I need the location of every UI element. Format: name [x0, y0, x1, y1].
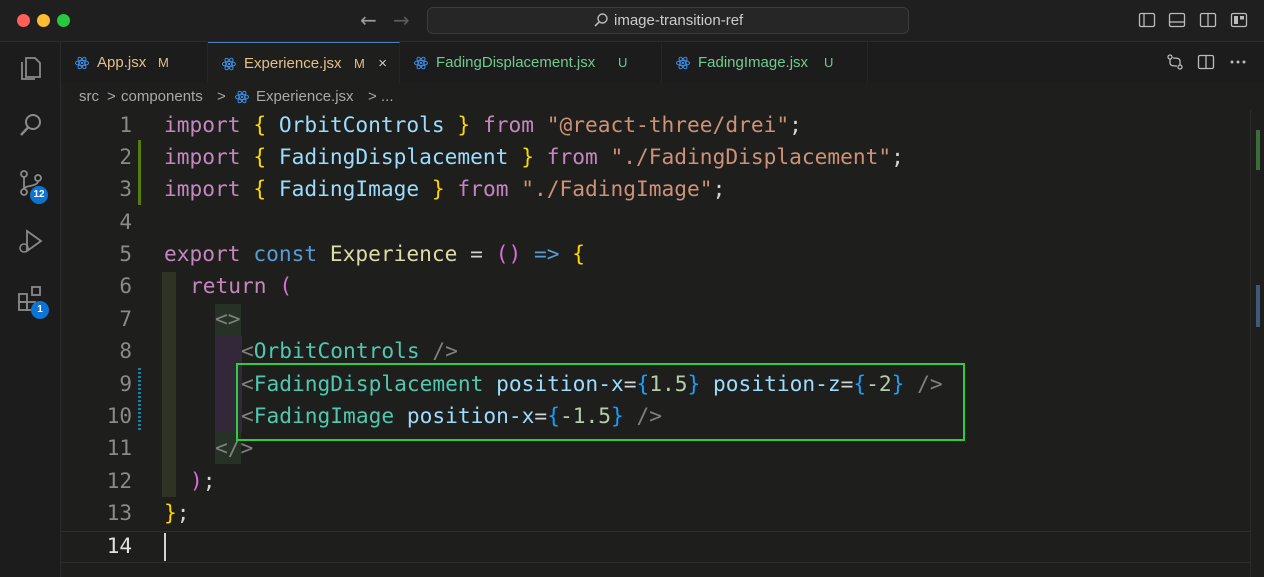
activity-bar: 12 1	[0, 42, 61, 577]
command-center-search[interactable]: image-transition-ref	[427, 7, 909, 34]
breadcrumb: src > components > Experience.jsx > ...	[61, 83, 1264, 110]
line-number: 5	[119, 242, 132, 266]
code-line-12: );	[190, 468, 216, 493]
line-number: 7	[119, 307, 132, 331]
minimize-window-button[interactable]	[37, 14, 50, 27]
source-control-badge: 12	[30, 186, 48, 204]
breadcrumb-separator: >	[217, 88, 226, 105]
tab-app-jsx[interactable]: App.jsx M	[61, 42, 208, 83]
modified-lines-marker	[138, 368, 141, 432]
breadcrumb-file[interactable]: Experience.jsx	[256, 88, 354, 105]
react-icon	[75, 56, 89, 70]
line-number: 10	[106, 404, 132, 428]
breadcrumb-symbol[interactable]: ...	[381, 88, 394, 105]
toggle-secondary-sidebar-icon[interactable]	[1199, 11, 1217, 29]
line-number: 9	[119, 372, 132, 396]
line-number: 8	[119, 339, 132, 363]
indent-guide	[162, 272, 176, 497]
code-line-7: <>	[215, 306, 241, 331]
tab-fadingimage-jsx[interactable]: FadingImage.jsx U	[662, 42, 868, 83]
search-icon	[594, 13, 608, 27]
close-icon[interactable]: ×	[378, 43, 387, 84]
text-cursor	[164, 533, 166, 561]
tab-label: FadingImage.jsx	[698, 54, 809, 71]
tab-status: M	[354, 56, 365, 71]
breadcrumb-components[interactable]: components	[121, 88, 203, 105]
tab-label: App.jsx	[97, 54, 147, 71]
code-line-13: };	[164, 500, 190, 525]
line-number: 14	[106, 534, 132, 558]
code-line-1: import { OrbitControls } from "@react-th…	[164, 112, 802, 137]
highlight-annotation-box	[236, 363, 965, 441]
line-number: 1	[119, 113, 132, 137]
split-editor-icon[interactable]	[1197, 53, 1215, 71]
search-text: image-transition-ref	[614, 12, 744, 29]
more-actions-icon[interactable]	[1229, 53, 1247, 71]
maximize-window-button[interactable]	[57, 14, 70, 27]
react-icon	[222, 57, 236, 71]
run-debug-icon[interactable]	[16, 226, 46, 256]
tab-status: U	[824, 55, 834, 70]
code-line-2: import { FadingDisplacement } from "./Fa…	[164, 144, 904, 169]
line-number: 13	[106, 501, 132, 525]
code-line-6: return (	[190, 273, 293, 298]
back-arrow-icon[interactable]: ←	[360, 9, 377, 31]
tab-fadingdisplacement-jsx[interactable]: FadingDisplacement.jsx U	[400, 42, 662, 83]
react-icon	[235, 90, 249, 104]
tab-bar: App.jsx M Experience.jsx M × FadingDispl…	[61, 42, 1264, 83]
overview-added-marker	[1256, 130, 1260, 170]
breadcrumb-separator: >	[107, 88, 116, 105]
current-line-highlight	[61, 531, 1250, 563]
tab-status: U	[618, 55, 628, 70]
search-sidebar-icon[interactable]	[16, 110, 46, 140]
customize-layout-icon[interactable]	[1230, 11, 1248, 29]
close-window-button[interactable]	[17, 14, 30, 27]
title-bar: ← → image-transition-ref	[0, 0, 1264, 42]
compare-changes-icon[interactable]	[1166, 53, 1184, 71]
toggle-panel-icon[interactable]	[1168, 11, 1186, 29]
react-icon	[414, 56, 428, 70]
explorer-icon[interactable]	[16, 52, 46, 82]
code-line-3: import { FadingImage } from "./FadingIma…	[164, 176, 726, 201]
overview-modified-marker	[1256, 285, 1260, 327]
react-icon	[676, 56, 690, 70]
source-control-item[interactable]: 12	[16, 168, 48, 204]
tab-label: FadingDisplacement.jsx	[436, 54, 596, 71]
editor-scrollbar[interactable]	[1250, 110, 1264, 577]
line-number: 2	[119, 145, 132, 169]
line-number: 11	[106, 436, 132, 460]
line-number: 3	[119, 177, 132, 201]
tab-status: M	[158, 55, 169, 70]
forward-arrow-icon[interactable]: →	[393, 9, 410, 31]
line-number: 12	[106, 469, 132, 493]
extensions-badge: 1	[31, 301, 49, 319]
tab-experience-jsx[interactable]: Experience.jsx M ×	[208, 42, 400, 83]
tab-label: Experience.jsx	[244, 55, 342, 72]
added-lines-marker	[138, 140, 141, 205]
code-line-5: export const Experience = () => {	[164, 241, 586, 266]
breadcrumb-src[interactable]: src	[79, 88, 99, 105]
code-editor[interactable]: 1 2 3 4 5 6 7 8 9 10 11 12 13 14 import …	[61, 110, 1264, 577]
line-number: 6	[119, 274, 132, 298]
toggle-primary-sidebar-icon[interactable]	[1138, 11, 1156, 29]
line-number: 4	[119, 210, 132, 234]
breadcrumb-separator: >	[368, 88, 377, 105]
extensions-item[interactable]: 1	[16, 284, 49, 319]
